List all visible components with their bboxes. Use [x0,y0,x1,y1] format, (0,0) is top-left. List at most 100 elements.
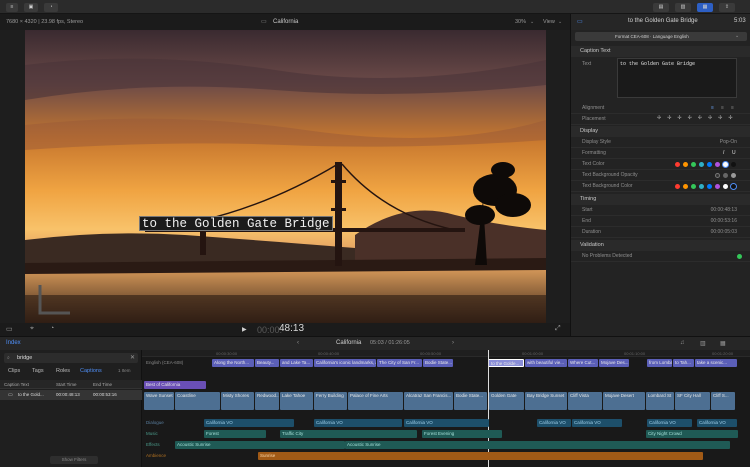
audio-clip-ambience[interactable]: Sunrise [258,452,703,460]
background-tasks-icon[interactable]: ◔ [44,3,58,12]
audio-clip-dialogue[interactable]: California VO [204,419,294,427]
clip-appearance-icon[interactable]: ▥ [700,340,706,347]
color-swatch-green[interactable] [691,162,696,167]
video-clip[interactable]: Coastline [175,392,220,410]
display-style-value[interactable]: Pop-On [720,139,737,145]
caption-clip[interactable]: Mojave Des... [599,359,629,367]
forward-icon[interactable]: › [452,340,454,346]
video-clip[interactable]: Alcatraz San Francis... [404,392,453,410]
caption-text-field[interactable]: to the Golden Gate Bridge [617,58,737,98]
title-clip[interactable]: Best of California [144,381,206,389]
show-filters-button[interactable]: Show Filters [50,456,98,464]
align-right-icon[interactable]: ≡ [731,105,734,111]
video-clip[interactable]: Wave Sunset [144,392,174,410]
video-clip[interactable]: Lake Tahoe [280,392,313,410]
caption-clip[interactable]: The City of San Fr... [377,359,422,367]
tab-tags[interactable]: Tags [32,368,44,374]
section-display[interactable]: Display [571,126,750,137]
align-left-icon[interactable]: ≡ [711,105,714,111]
italic-icon[interactable]: I [723,150,724,156]
section-validation[interactable]: Validation [571,240,750,251]
fullscreen-icon[interactable]: ⤢ [555,325,561,333]
audio-clip-dialogue[interactable]: California VO [572,419,622,427]
color-swatch-blue[interactable] [707,162,712,167]
clear-search-icon[interactable]: ✕ [130,354,135,361]
video-clip[interactable]: Misty Shores [221,392,254,410]
library-icon[interactable]: ≡ [6,3,18,12]
share-icon[interactable]: ⇪ [719,3,735,12]
color-swatch-cyan[interactable] [699,162,704,167]
section-caption-text[interactable]: Caption Text [571,46,750,57]
back-icon[interactable]: ‹ [297,340,299,346]
audio-clip-music[interactable]: Traffic City [280,430,417,438]
underline-icon[interactable]: U [732,150,736,156]
caption-clip[interactable]: Bodie State... [423,359,453,367]
play-icon[interactable]: ▶ [242,326,247,333]
bg-swatch-white[interactable] [723,184,728,189]
video-clip[interactable]: Mojave Desert [603,392,645,410]
caption-clip[interactable]: Where Cut... [568,359,598,367]
video-clip[interactable]: Cliff S... [711,392,735,410]
zoom-menu[interactable]: 30% [515,19,526,25]
bg-swatch-cyan[interactable] [699,184,704,189]
column-end-time[interactable]: End Time [93,382,112,387]
audio-clip-music[interactable]: Forest [204,430,266,438]
audio-clip-dialogue[interactable]: California VO [697,419,737,427]
timeline[interactable]: 00:00:30:00 00:00:40:00 00:00:50:00 00:0… [142,350,750,467]
video-clip[interactable]: Cliff Vista [568,392,602,410]
video-clip[interactable]: Golden Gate [489,392,524,410]
bg-swatch-purple[interactable] [715,184,720,189]
tab-clips[interactable]: Clips [8,368,20,374]
audio-clip-dialogue[interactable]: California VO [647,419,692,427]
audio-clip-effects[interactable]: Acoustic Sunrise [175,441,345,449]
search-field[interactable]: ⌕ bridge ✕ [4,353,138,363]
timeline-icon[interactable]: ▥ [675,3,691,12]
video-frame[interactable] [25,30,546,323]
video-clip[interactable]: Palace of Fine Arts [348,392,403,410]
table-row[interactable]: ▭ to the Gold... 00:00:48:13 00:00:53:16 [0,390,142,400]
audio-clip-effects[interactable]: Acoustic Sunrise [345,441,730,449]
tab-captions[interactable]: Captions [80,368,102,374]
color-swatch-white[interactable] [723,162,728,167]
format-selector[interactable]: Format CEA-608 · Language English ⌄ [575,32,747,41]
video-clip[interactable]: Bodie State... [454,392,487,410]
caption-clip[interactable]: California's iconic landmarks, are sure.… [314,359,376,367]
timeline-ruler[interactable]: 00:00:30:00 00:00:40:00 00:00:50:00 00:0… [142,350,750,357]
audio-clip-dialogue[interactable]: California VO [537,419,571,427]
media-icon[interactable]: ▣ [24,3,38,12]
column-start-time[interactable]: Start Time [56,382,77,387]
caption-clip-selected[interactable]: to the Golde... [488,359,524,367]
bg-swatch-black[interactable] [731,184,736,189]
bg-swatch-orange[interactable] [683,184,688,189]
color-swatch-red[interactable] [675,162,680,167]
start-value[interactable]: 00:00:48:13 [711,207,737,213]
caption-clip[interactable]: Along the North... [212,359,254,367]
color-swatch-purple[interactable] [715,162,720,167]
caption-clip[interactable]: to Tah... [673,359,694,367]
section-timing[interactable]: Timing [571,194,750,205]
column-caption-text[interactable]: Caption Text [4,382,29,387]
transform-icon[interactable]: ⌖ [30,325,34,333]
speed-icon[interactable]: ◔ [50,325,54,332]
video-clip[interactable]: SF City Hall [675,392,710,410]
video-clip[interactable]: Lombard St [646,392,674,410]
video-clip[interactable]: Redwood... [255,392,279,410]
caption-overlay[interactable]: to the Golden Gate Bridge [139,216,333,231]
bg-swatch-green[interactable] [691,184,696,189]
opacity-transparent-icon[interactable] [715,173,720,178]
tab-roles[interactable]: Roles [56,368,70,374]
caption-clip[interactable]: and Lake Ta... [280,359,313,367]
bg-swatch-blue[interactable] [707,184,712,189]
caption-clip[interactable]: from Lombar... [647,359,672,367]
bg-swatch-red[interactable] [675,184,680,189]
inspector-toggle-icon[interactable]: ▦ [697,3,713,12]
end-value[interactable]: 00:00:53:16 [711,218,737,224]
index-button[interactable]: Index [6,340,21,346]
layout-icon[interactable]: ▤ [653,3,669,12]
caption-clip[interactable]: with beautiful vie... [525,359,567,367]
video-clip[interactable]: Ferry Building [314,392,347,410]
audio-clip-dialogue[interactable]: California VO [314,419,402,427]
color-swatch-black[interactable] [731,162,736,167]
video-clip[interactable]: Bay Bridge Sunset [525,392,567,410]
duration-value[interactable]: 00:00:05:03 [711,229,737,235]
